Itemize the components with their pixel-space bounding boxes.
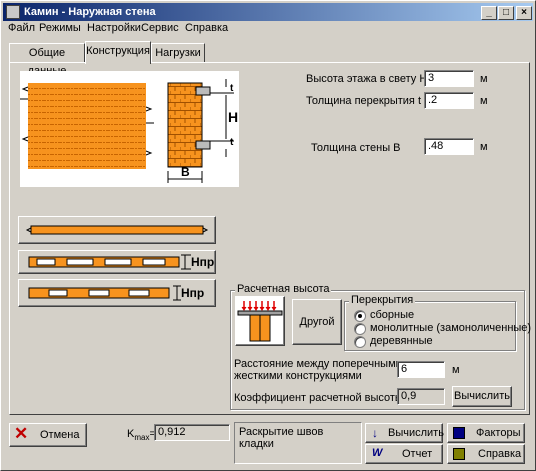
- slab-thickness-unit: м: [480, 95, 488, 107]
- dim-t-top: t: [230, 83, 234, 94]
- design-height-picture-button[interactable]: [235, 296, 285, 346]
- calculate-label: Вычислить: [388, 427, 444, 439]
- menu-service[interactable]: Сервис: [141, 22, 179, 34]
- slab-thickness-input[interactable]: .2: [424, 92, 474, 109]
- cancel-label: Отмена: [40, 429, 80, 441]
- distance-unit: м: [452, 364, 460, 376]
- dim-H: H: [228, 109, 239, 125]
- radio-prefab[interactable]: [354, 310, 366, 322]
- menu-bar: Файл Режимы Настройки Сервис Справка: [3, 21, 533, 37]
- slab-type-ribbed-button[interactable]: Hпр: [18, 279, 216, 307]
- cancel-button[interactable]: ✕ Отмена: [9, 423, 87, 447]
- menu-file[interactable]: Файл: [8, 22, 35, 34]
- wall-drawing: [20, 79, 234, 183]
- report-button[interactable]: W Отчет: [365, 444, 443, 464]
- slab-type-hollow-button[interactable]: Hпр: [18, 250, 216, 274]
- slab-solid-drawing: [25, 225, 209, 235]
- minimize-button[interactable]: _: [481, 6, 497, 20]
- slabs-group-title: Перекрытия: [349, 294, 416, 306]
- factors-button[interactable]: Факторы: [447, 423, 525, 443]
- tab-loads[interactable]: Нагрузки: [151, 43, 205, 63]
- coef-label: Коэффициент расчетной высоты: [234, 392, 403, 404]
- window-title: Камин - Наружная стена: [24, 6, 156, 18]
- wall-thickness-unit: м: [480, 141, 488, 153]
- slab-hollow-drawing: [28, 254, 191, 270]
- cancel-icon: ✕: [14, 424, 29, 443]
- close-button[interactable]: ×: [516, 6, 532, 20]
- distance-input[interactable]: 6: [397, 361, 445, 378]
- factors-icon: [453, 427, 465, 439]
- hpr-label-1: Hпр: [191, 255, 215, 269]
- dim-B: B: [181, 165, 190, 179]
- report-label: Отчет: [402, 448, 433, 460]
- maximize-button[interactable]: □: [498, 6, 514, 20]
- coef-value: 0,9: [397, 388, 445, 405]
- radio-monolithic-label: монолитные (замоноличенные): [370, 322, 532, 334]
- distance-label-line1: Расстояние между поперечными: [234, 358, 402, 370]
- tab-general[interactable]: Общие данные: [9, 43, 85, 77]
- help-button[interactable]: Справка: [447, 444, 525, 464]
- radio-prefab-label: сборные: [370, 309, 415, 321]
- help-label: Справка: [478, 448, 522, 460]
- slab-type-solid-button[interactable]: [18, 216, 216, 244]
- floor-height-unit: м: [480, 73, 488, 85]
- wall-thickness-input[interactable]: .48: [424, 138, 474, 155]
- app-icon: [6, 5, 20, 19]
- dim-t-bottom: t: [230, 137, 234, 148]
- distance-label-line2: жесткими конструкциями: [234, 370, 362, 382]
- floor-height-label: Высота этажа в свету H: [306, 73, 428, 85]
- wall-diagram: t H t B: [20, 71, 239, 187]
- menu-settings[interactable]: Настройки: [87, 22, 141, 34]
- wall-thickness-label: Толщина стены B: [311, 142, 401, 154]
- kmax-value: 0,912: [154, 424, 230, 441]
- calculate-icon: ↓: [372, 426, 378, 440]
- radio-monolithic[interactable]: [354, 323, 366, 335]
- coef-calc-button[interactable]: Вычислить: [452, 386, 512, 407]
- menu-modes[interactable]: Режимы: [39, 22, 81, 34]
- tab-construction[interactable]: Конструкция: [85, 41, 151, 64]
- slab-thickness-label: Толщина перекрытия t: [306, 95, 421, 107]
- floor-height-input[interactable]: 3: [424, 70, 474, 87]
- calculate-button[interactable]: ↓ Вычислить: [365, 423, 444, 443]
- hpr-label-2: Hпр: [181, 286, 205, 300]
- status-text: Раскрытие швов кладки: [239, 426, 324, 450]
- status-box: Раскрытие швов кладки: [234, 422, 362, 464]
- menu-help[interactable]: Справка: [185, 22, 228, 34]
- kmax-label: Kmax=: [127, 428, 156, 442]
- help-book-icon: [453, 448, 465, 460]
- main-window: Камин - Наружная стена _ □ × Файл Режимы…: [0, 0, 536, 471]
- radio-wooden-label: деревянные: [370, 335, 433, 347]
- kmax-subscript: max: [134, 433, 150, 443]
- factors-label: Факторы: [476, 427, 521, 439]
- other-button[interactable]: Другой: [292, 299, 342, 345]
- title-bar: Камин - Наружная стена _ □ ×: [3, 3, 533, 21]
- design-height-title: Расчетная высота: [235, 283, 332, 295]
- radio-wooden[interactable]: [354, 336, 366, 348]
- design-height-picture: [237, 301, 283, 342]
- report-icon: W: [372, 447, 383, 459]
